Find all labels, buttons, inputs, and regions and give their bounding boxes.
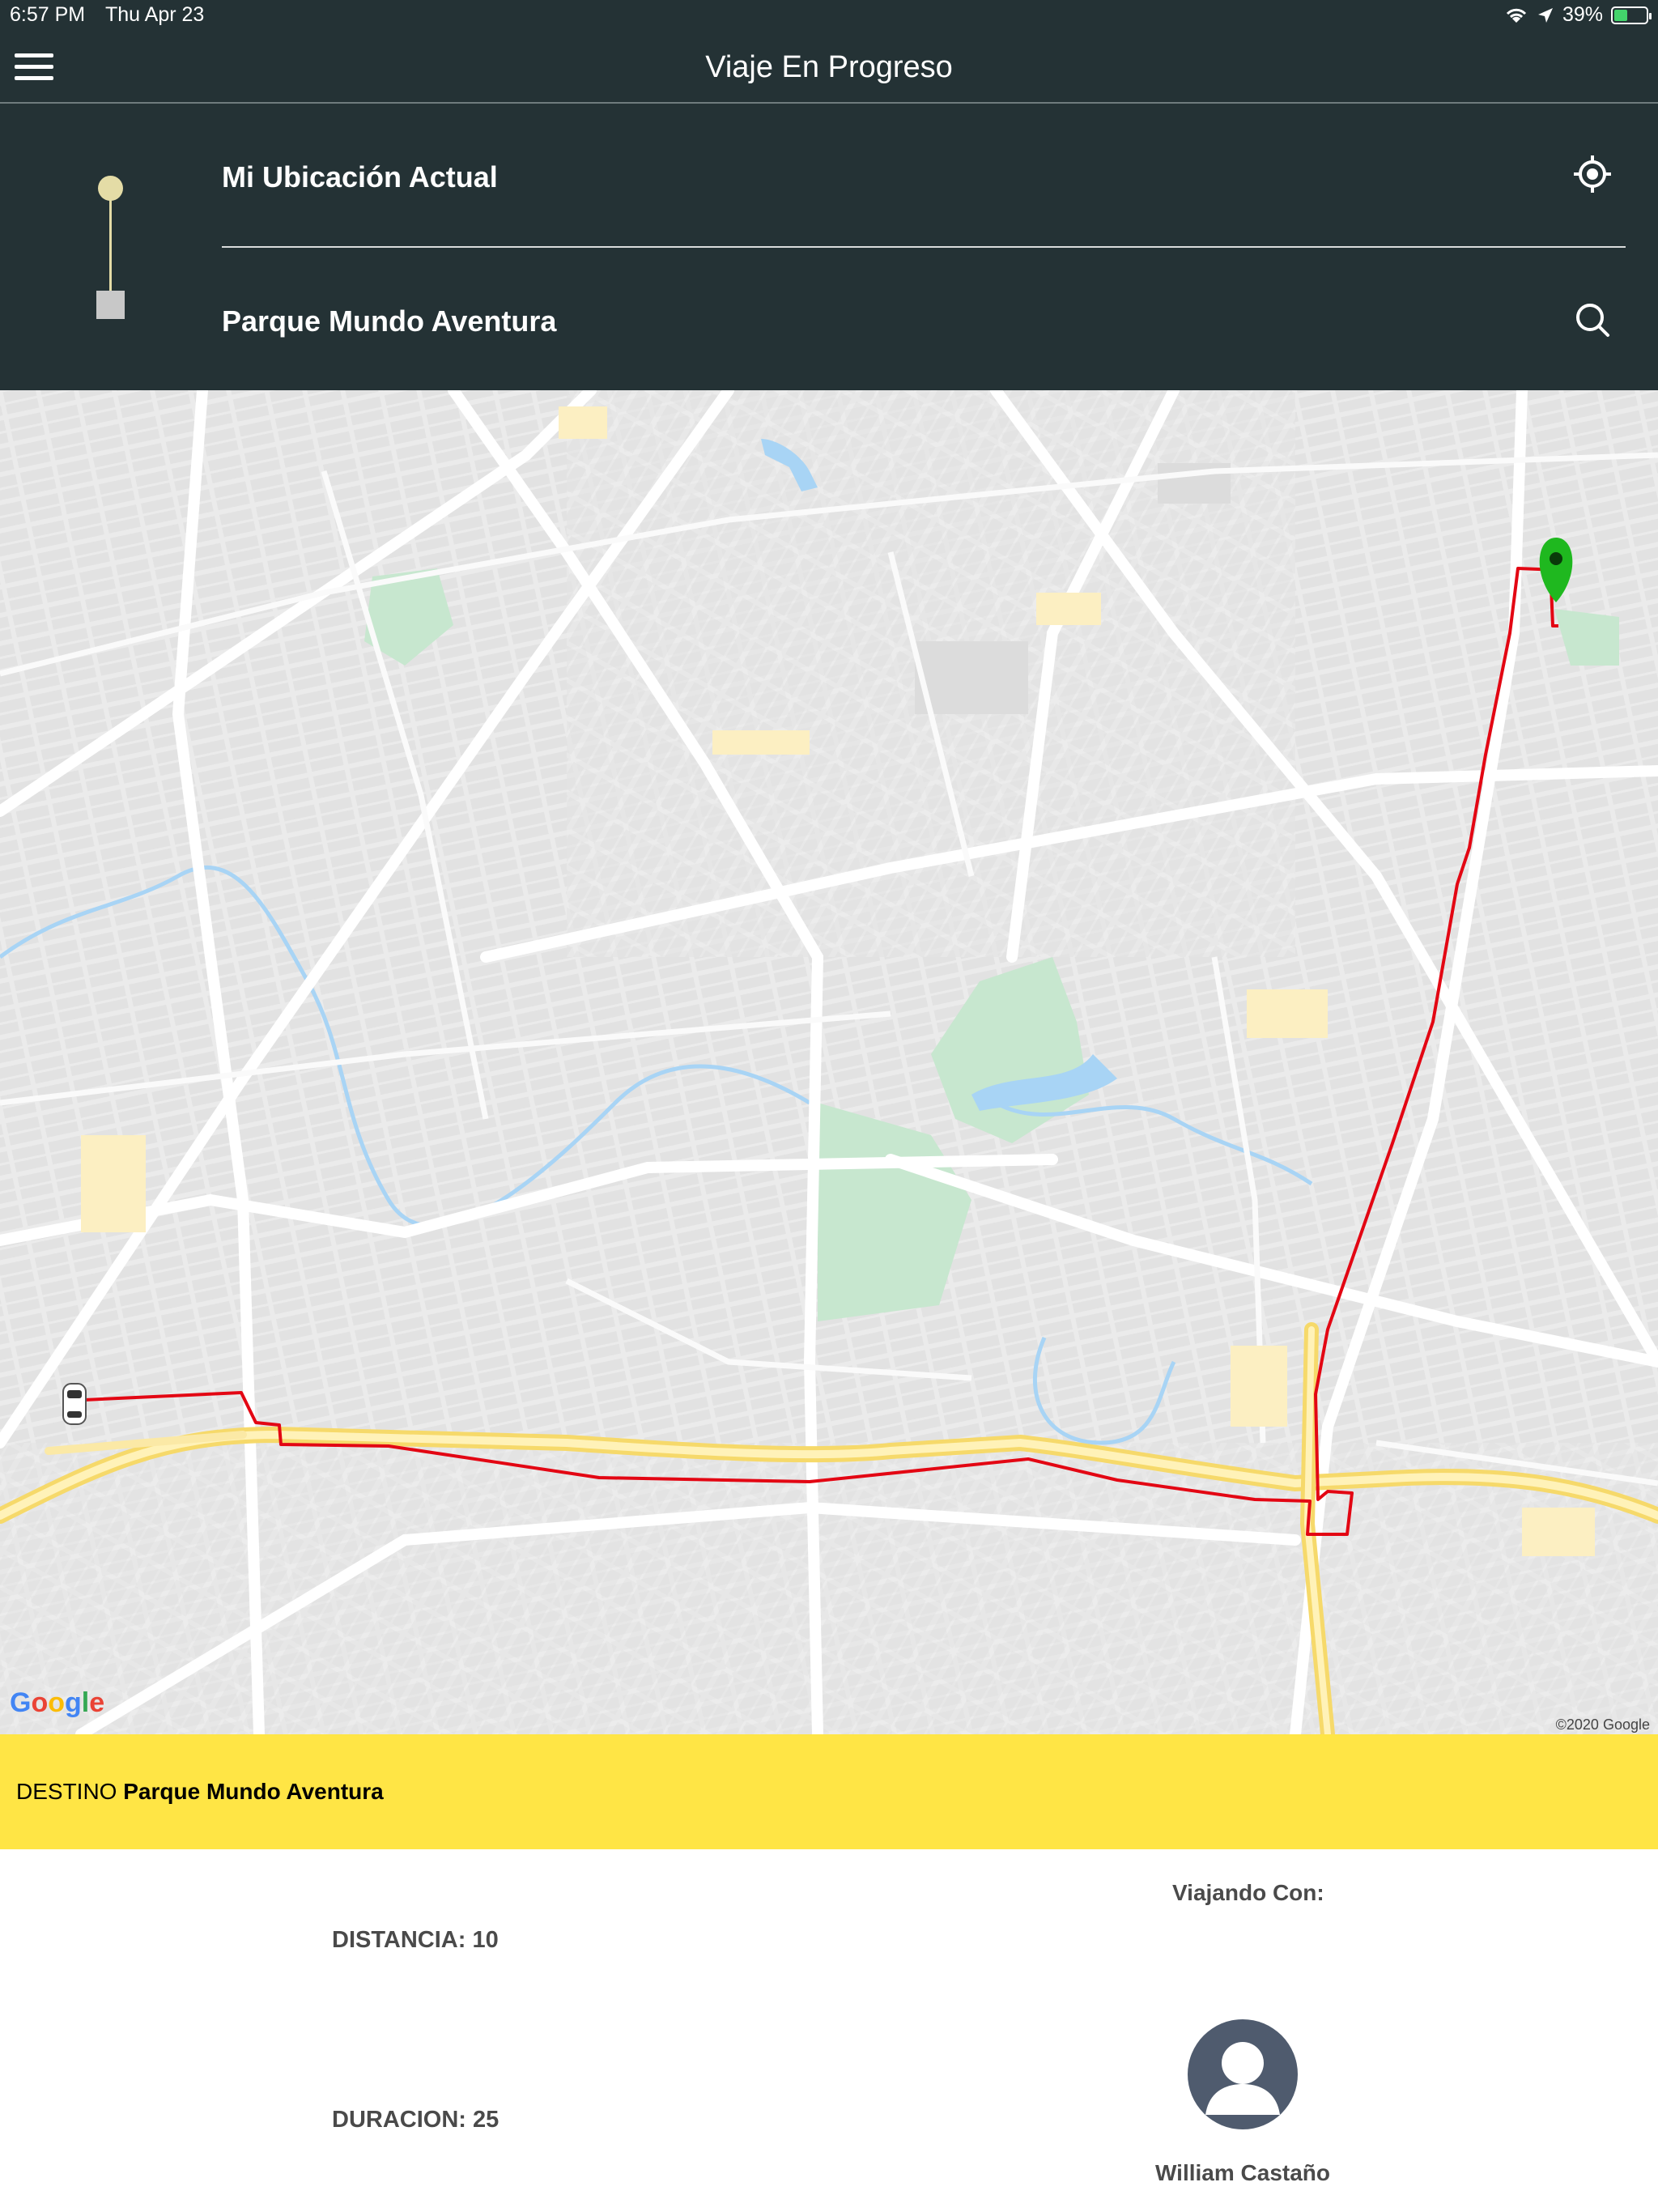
battery-charging-icon bbox=[1611, 6, 1652, 24]
location-arrow-icon bbox=[1537, 7, 1553, 23]
status-date: Thu Apr 23 bbox=[105, 3, 205, 26]
destination-square-icon bbox=[96, 291, 125, 319]
driver-name: William Castaño bbox=[1154, 2160, 1330, 2185]
page-title: Viaje En Progreso bbox=[705, 50, 953, 84]
navigation-bar: Viaje En Progreso bbox=[0, 32, 1658, 104]
destination-label: DESTINO bbox=[16, 1779, 117, 1804]
map-view[interactable]: Google ©2020 Google bbox=[0, 390, 1658, 1734]
destination-banner: DESTINO Parque Mundo Aventura bbox=[0, 1734, 1658, 1849]
destination-banner-text: DESTINO Parque Mundo Aventura bbox=[16, 1779, 384, 1805]
my-location-icon[interactable] bbox=[1572, 154, 1613, 194]
search-icon[interactable] bbox=[1572, 300, 1613, 340]
user-avatar-icon[interactable] bbox=[1188, 2019, 1298, 2129]
destination-value: Parque Mundo Aventura bbox=[123, 1779, 384, 1804]
origin-dot-icon bbox=[98, 176, 123, 201]
app-header: 6:57 PM Thu Apr 23 39% Viaje En Progreso bbox=[0, 0, 1658, 390]
wifi-icon bbox=[1506, 8, 1527, 23]
status-time: 6:57 PM bbox=[10, 3, 86, 26]
route-connector-line bbox=[109, 189, 112, 304]
route-selector: Mi Ubicación Actual Parque Mundo Aventur… bbox=[0, 105, 1658, 390]
destination-text: Parque Mundo Aventura bbox=[222, 304, 557, 338]
map-canvas[interactable] bbox=[0, 390, 1658, 1734]
duration-text: DURACION: 25 bbox=[332, 2107, 500, 2133]
origin-field[interactable]: Mi Ubicación Actual bbox=[222, 160, 1626, 228]
google-logo: Google bbox=[10, 1687, 105, 1718]
status-right: 39% bbox=[1504, 3, 1652, 27]
destination-field[interactable]: Parque Mundo Aventura bbox=[222, 304, 1626, 372]
battery-percent: 39% bbox=[1562, 3, 1603, 26]
map-copyright: ©2020 Google bbox=[1555, 1716, 1650, 1733]
status-bar: 6:57 PM Thu Apr 23 39% bbox=[0, 0, 1658, 32]
car-marker-icon[interactable] bbox=[62, 1383, 87, 1425]
origin-text: Mi Ubicación Actual bbox=[222, 160, 498, 194]
trip-info-panel: DISTANCIA: 10 DURACION: 25 Viajando Con:… bbox=[0, 1849, 1658, 2212]
field-divider bbox=[222, 246, 1626, 248]
traveling-with-label: Viajando Con: bbox=[1172, 1880, 1324, 1905]
distance-text: DISTANCIA: 10 bbox=[332, 1927, 499, 1953]
